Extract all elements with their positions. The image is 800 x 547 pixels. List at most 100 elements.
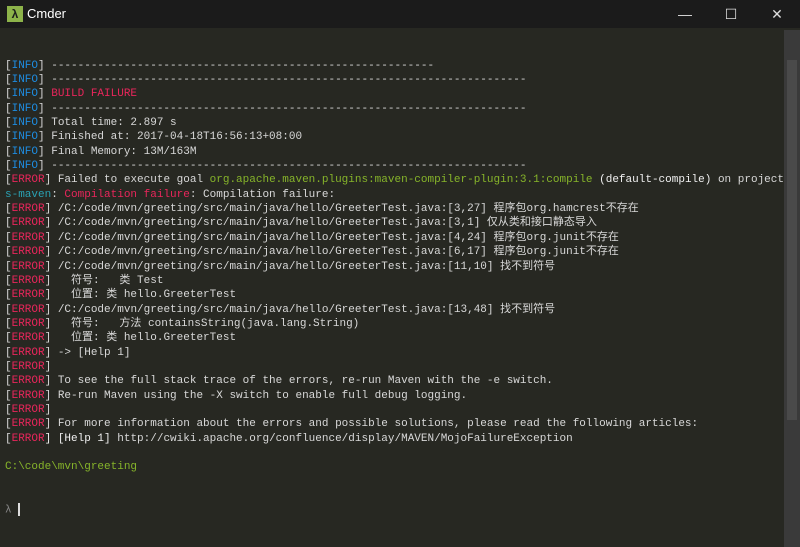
cmder-lambda-icon: λ (7, 6, 23, 22)
line-segment: ] Re-run Maven using the -X switch to en… (44, 389, 468, 402)
line-segment: ERROR (11, 289, 45, 302)
line-segment: ] /C:/code/mvn/greeting/src/main/java/he… (44, 246, 619, 259)
terminal-line: [ERROR] /C:/code/mvn/greeting/src/main/j… (5, 202, 784, 216)
line-segment: ] /C:/code/mvn/greeting/src/main/java/he… (44, 260, 556, 273)
prompt-line[interactable]: λ (5, 503, 784, 518)
terminal-line: [ERROR] (5, 360, 784, 374)
terminal-line: [INFO] ---------------------------------… (5, 102, 784, 116)
line-segment: Compilation failure (64, 188, 190, 201)
line-segment: ] Failed to execute goal (44, 174, 210, 187)
terminal-line: [ERROR] /C:/code/mvn/greeting/src/main/j… (5, 260, 784, 274)
terminal-line: [ERROR] /C:/code/mvn/greeting/src/main/j… (5, 231, 784, 245)
terminal-line: [ERROR] 位置: 类 hello.GreeterTest (5, 331, 784, 345)
line-segment: INFO (11, 145, 39, 158)
terminal-line: [ERROR] /C:/code/mvn/greeting/src/main/j… (5, 303, 784, 317)
line-segment: ERROR (11, 317, 45, 330)
terminal-line: [ERROR] 符号: 方法 containsString(java.lang.… (5, 317, 784, 331)
line-segment: ] [Help 1] (44, 432, 111, 445)
line-segment: ERROR (11, 303, 45, 316)
line-segment: [ (5, 317, 12, 330)
line-segment: [ (5, 375, 12, 388)
maximize-button[interactable]: ☐ (708, 0, 754, 28)
terminal-line: [ERROR] 位置: 类 hello.GreeterTest (5, 288, 784, 302)
cmder-window: λ Cmder — ☐ ✕ [INFO] -------------------… (0, 0, 800, 547)
line-segment: s-maven (5, 188, 52, 201)
vertical-scrollbar[interactable] (784, 30, 800, 547)
line-segment: ERROR (11, 203, 45, 216)
line-segment: INFO (11, 131, 39, 144)
line-segment: ERROR (11, 360, 45, 373)
minimize-button[interactable]: — (662, 0, 708, 28)
title-bar[interactable]: λ Cmder — ☐ ✕ (0, 0, 800, 28)
line-segment: [ (5, 274, 12, 287)
line-segment: ERROR (11, 174, 45, 187)
line-segment: [ (5, 303, 12, 316)
line-segment: ERROR (11, 389, 45, 402)
line-segment: C:\code\mvn\greeting (5, 461, 138, 474)
line-segment: ] /C:/code/mvn/greeting/src/main/java/he… (44, 231, 619, 244)
line-segment: [ (5, 203, 12, 216)
line-segment: [ (5, 217, 12, 230)
line-segment: on project (711, 174, 784, 187)
line-segment: ] --------------------------------------… (38, 102, 527, 115)
line-segment: ERROR (11, 418, 45, 431)
line-segment: [ (5, 246, 12, 259)
line-segment: http://cwiki.apache.org/confluence/displ… (110, 432, 573, 445)
line-segment: [ (5, 389, 12, 402)
scrollbar-thumb[interactable] (787, 60, 797, 420)
line-segment: ] To see the full stack trace of the err… (44, 375, 553, 388)
line-segment: ERROR (11, 375, 45, 388)
line-segment: [ (5, 174, 12, 187)
terminal-line: [INFO] Total time: 2.897 s (5, 116, 784, 130)
line-segment: : (51, 188, 65, 201)
terminal-line: [ERROR] /C:/code/mvn/greeting/src/main/j… (5, 216, 784, 230)
line-segment: ERROR (11, 231, 45, 244)
close-button[interactable]: ✕ (754, 0, 800, 28)
terminal-line: [INFO] ---------------------------------… (5, 59, 784, 73)
line-segment: ERROR (11, 346, 45, 359)
line-segment: [ (5, 74, 12, 87)
line-segment: ] (44, 360, 52, 373)
terminal-output[interactable]: [INFO] ---------------------------------… (0, 30, 784, 547)
line-segment: ] 符号: 方法 containsString(java.lang.String… (44, 317, 360, 330)
line-segment: [ (5, 260, 12, 273)
terminal-line: [INFO] BUILD FAILURE (5, 87, 784, 101)
line-segment: ERROR (11, 217, 45, 230)
line-segment: ] (44, 403, 52, 416)
line-segment: [ (5, 59, 12, 72)
line-segment: INFO (11, 88, 39, 101)
line-segment: ERROR (11, 246, 45, 259)
line-segment: ] Finished at: 2017-04-18T16:56:13+08:00 (38, 131, 303, 144)
line-segment: ] /C:/code/mvn/greeting/src/main/java/he… (44, 217, 597, 230)
line-segment: ] /C:/code/mvn/greeting/src/main/java/he… (44, 303, 556, 316)
terminal-line: [ERROR] Re-run Maven using the -X switch… (5, 389, 784, 403)
line-segment: ] /C:/code/mvn/greeting/src/main/java/he… (44, 203, 639, 216)
line-segment: ] Final Memory: 13M/163M (38, 145, 197, 158)
terminal-line: [ERROR] To see the full stack trace of t… (5, 374, 784, 388)
terminal-line: [ERROR] [Help 1] http://cwiki.apache.org… (5, 432, 784, 446)
line-segment: [ (5, 145, 12, 158)
line-segment: ERROR (11, 432, 45, 445)
terminal-line: [INFO] ---------------------------------… (5, 73, 784, 87)
window-title: Cmder (27, 6, 67, 21)
line-segment: ERROR (11, 332, 45, 345)
line-segment: org.apache.maven.plugins:maven-compiler-… (209, 174, 593, 187)
line-segment: (default-compile) (592, 174, 712, 187)
line-segment: ] 符号: 类 Test (44, 274, 164, 287)
terminal-line: C:\code\mvn\greeting (5, 460, 784, 474)
line-segment: ERROR (11, 403, 45, 416)
text-cursor (18, 503, 21, 517)
line-segment: INFO (11, 117, 39, 130)
line-segment: ERROR (11, 260, 45, 273)
line-segment: [ (5, 160, 12, 173)
terminal-line: [ERROR] -> [Help 1] (5, 346, 784, 360)
line-segment: [ (5, 432, 12, 445)
line-segment: [ (5, 418, 12, 431)
line-segment: [ (5, 403, 12, 416)
line-segment: ] --------------------------------------… (38, 74, 527, 87)
line-segment: ] (38, 88, 52, 101)
line-segment: ] --------------------------------------… (38, 160, 527, 173)
line-segment: INFO (11, 59, 39, 72)
terminal-line: [ERROR] Failed to execute goal org.apach… (5, 173, 784, 187)
